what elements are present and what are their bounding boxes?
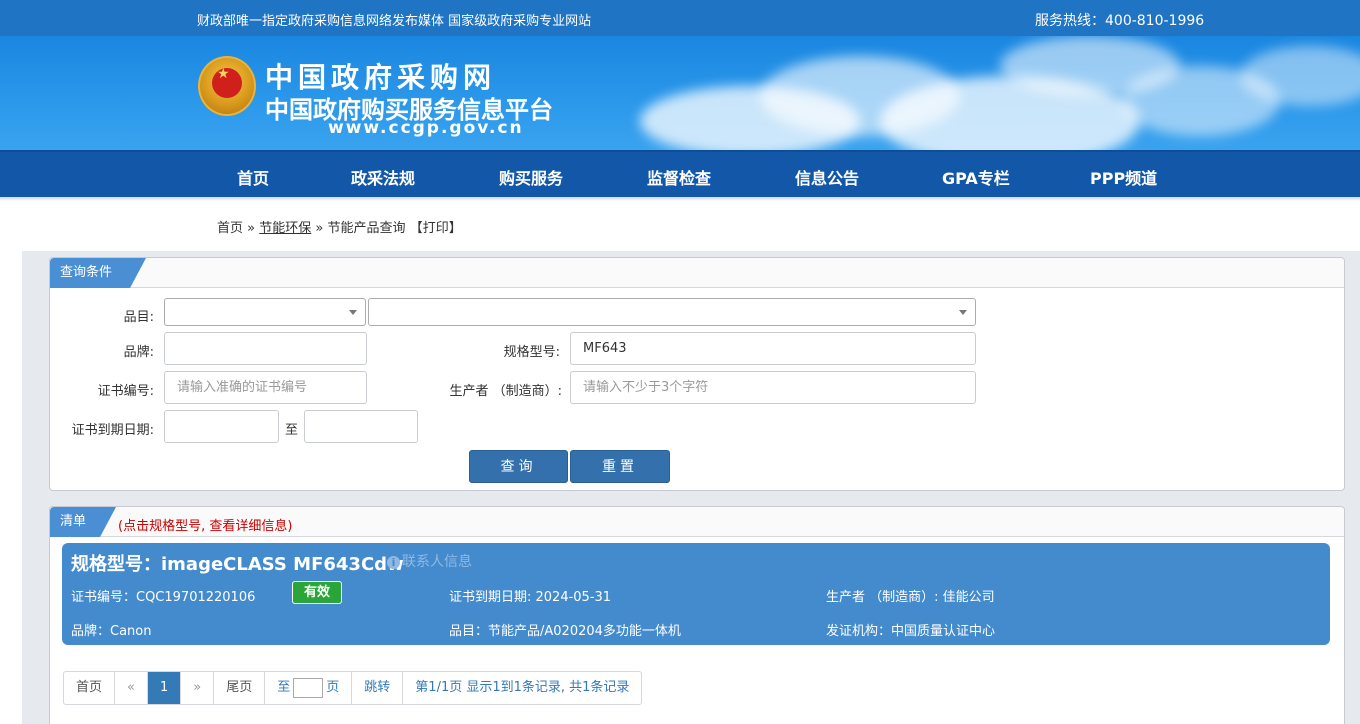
category-label: 品目: [123,310,154,325]
result-model-link[interactable]: 规格型号：imageCLASS MF643Cdw [71,550,404,576]
nav-shadow [0,197,1360,201]
pager-jump-button[interactable]: 跳转 [352,672,404,704]
national-emblem-icon[interactable]: ★ [198,56,256,116]
breadcrumb-separator: » [315,221,324,236]
pager-summary: 第1/1页 显示1到1条记录, 共1条记录 [415,680,630,695]
category-select-level2[interactable] [368,298,976,326]
breadcrumb-separator: » [247,221,256,236]
result-expire-date: 证书到期日期: 2024-05-31 [449,590,612,605]
model-label: 规格型号: [503,345,560,360]
manufacturer-label: 生产者 （制造商）: [449,384,562,399]
top-strip: 财政部唯一指定政府采购信息网络发布媒体 国家级政府采购专业网站 服务热线：400… [0,0,1360,36]
cert-number-input[interactable]: 请输入准确的证书编号 [164,371,367,404]
reset-button[interactable]: 重置 [570,450,670,483]
status-badge: 有效 [292,581,342,604]
list-hint: (点击规格型号, 查看详细信息) [118,519,293,534]
chevron-down-icon [959,310,967,315]
nav-item-purchase-service[interactable]: 购买服务 [499,165,563,189]
manufacturer-input[interactable]: 请输入不少于3个字符 [570,371,976,404]
pager-goto: 至页 [265,672,353,704]
contact-info-label: 联系人信息 [402,554,472,570]
model-input[interactable]: MF643 [570,332,976,365]
pager-goto-suffix: 页 [326,680,340,695]
pager-prev[interactable]: « [115,672,148,704]
query-panel-header: 查询条件 [50,258,1344,288]
chevron-down-icon [349,310,357,315]
search-button[interactable]: 查询 [469,450,568,483]
nav-item-regulations[interactable]: 政采法规 [351,165,415,189]
service-hotline: 服务热线：400-810-1996 [1035,13,1205,29]
brand-input[interactable] [164,332,367,365]
date-range-to: 至 [284,423,298,438]
site-slogan: 财政部唯一指定政府采购信息网络发布媒体 国家级政府采购专业网站 [197,14,592,29]
info-icon: i [387,556,400,569]
breadcrumb: 首页 » 节能环保 » 节能产品查询 【打印】 [217,217,462,236]
pager-current-page[interactable]: 1 [147,672,182,704]
pager-next[interactable]: » [181,672,215,704]
breadcrumb-section[interactable]: 节能环保 [259,221,311,236]
pager-goto-input[interactable] [293,677,324,698]
brand-label: 品牌: [123,345,154,360]
expire-date-from[interactable] [164,410,279,443]
result-category: 品目：节能产品/A020204多功能一体机 [449,624,681,639]
print-link[interactable]: 【打印】 [410,221,462,236]
nav-item-ppp[interactable]: PPP频道 [1090,165,1157,189]
pager-first[interactable]: 首页 [64,672,116,704]
result-issuer: 发证机构：中国质量认证中心 [826,624,996,639]
breadcrumb-current: 节能产品查询 [327,221,406,236]
nav-item-home[interactable]: 首页 [237,165,269,189]
logo-url[interactable]: www.ccgp.gov.cn [328,118,524,138]
nav-item-gpa[interactable]: GPA专栏 [942,165,1010,189]
expire-date-to[interactable] [304,410,418,443]
result-card: 规格型号：imageCLASS MF643Cdw i 联系人信息 证书编号：CQC… [62,543,1330,645]
pagination: 首页 « 1 » 尾页 至页 跳转 第1/1页 显示1到1条记录, 共1条记录 [63,671,643,705]
main-nav: 首页 政采法规 购买服务 监督检查 信息公告 GPA专栏 PPP频道 [0,150,1360,197]
contact-info-link[interactable]: i 联系人信息 [387,551,472,571]
category-select-level1[interactable] [164,298,366,326]
pager-last[interactable]: 尾页 [214,672,266,704]
result-manufacturer: 生产者 （制造商）: 佳能公司 [826,590,995,605]
list-panel-header: 清单 (点击规格型号, 查看详细信息) [50,507,1344,537]
result-cert-number: 证书编号：CQC19701220106 [71,590,256,605]
cert-number-label: 证书编号: [97,384,154,399]
breadcrumb-home[interactable]: 首页 [217,221,243,236]
nav-item-announcements[interactable]: 信息公告 [795,165,859,189]
nav-item-supervision[interactable]: 监督检查 [647,165,711,189]
result-brand: 品牌：Canon [71,624,152,639]
pager-goto-prefix: 至 [277,680,291,695]
list-tab: 清单 [50,507,100,537]
query-tab: 查询条件 [50,258,130,288]
expire-date-label: 证书到期日期: [71,423,154,438]
header-banner: ★ 中国政府采购网 中国政府购买服务信息平台 www.ccgp.gov.cn [0,36,1360,150]
